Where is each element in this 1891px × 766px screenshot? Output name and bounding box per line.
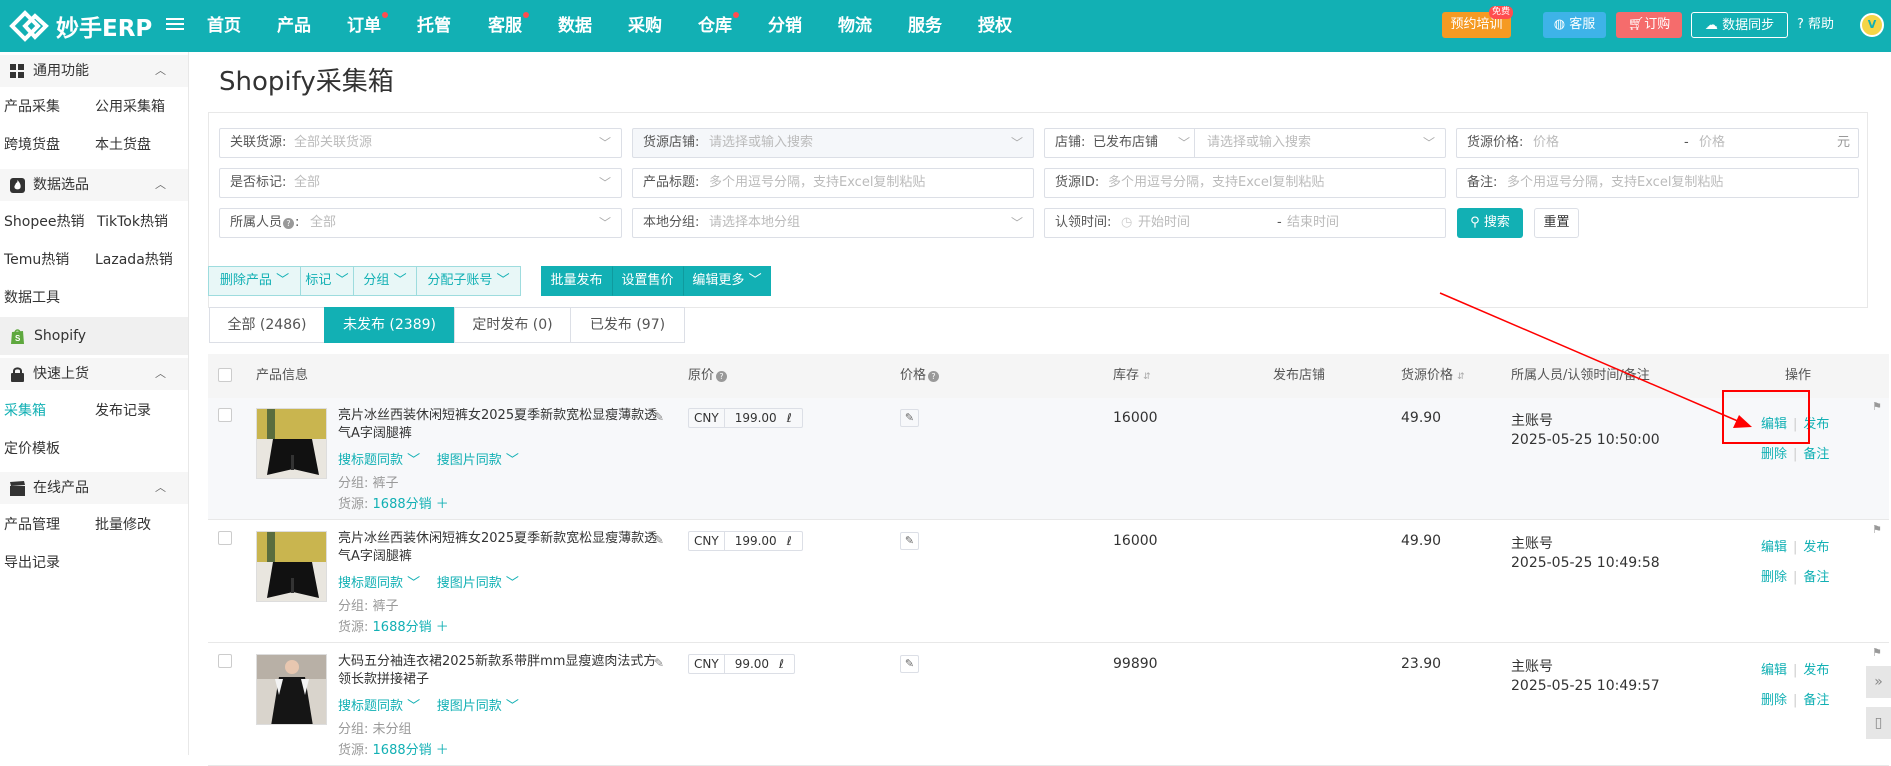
device-icon[interactable]: ▯	[1866, 707, 1891, 739]
annotation-arrow	[1439, 292, 1741, 423]
annotation-arrowhead	[1733, 415, 1752, 428]
expand-panel-button[interactable]: »	[1866, 666, 1891, 698]
annotation-box	[1722, 390, 1810, 444]
annotation-overlay	[1439, 292, 1810, 444]
